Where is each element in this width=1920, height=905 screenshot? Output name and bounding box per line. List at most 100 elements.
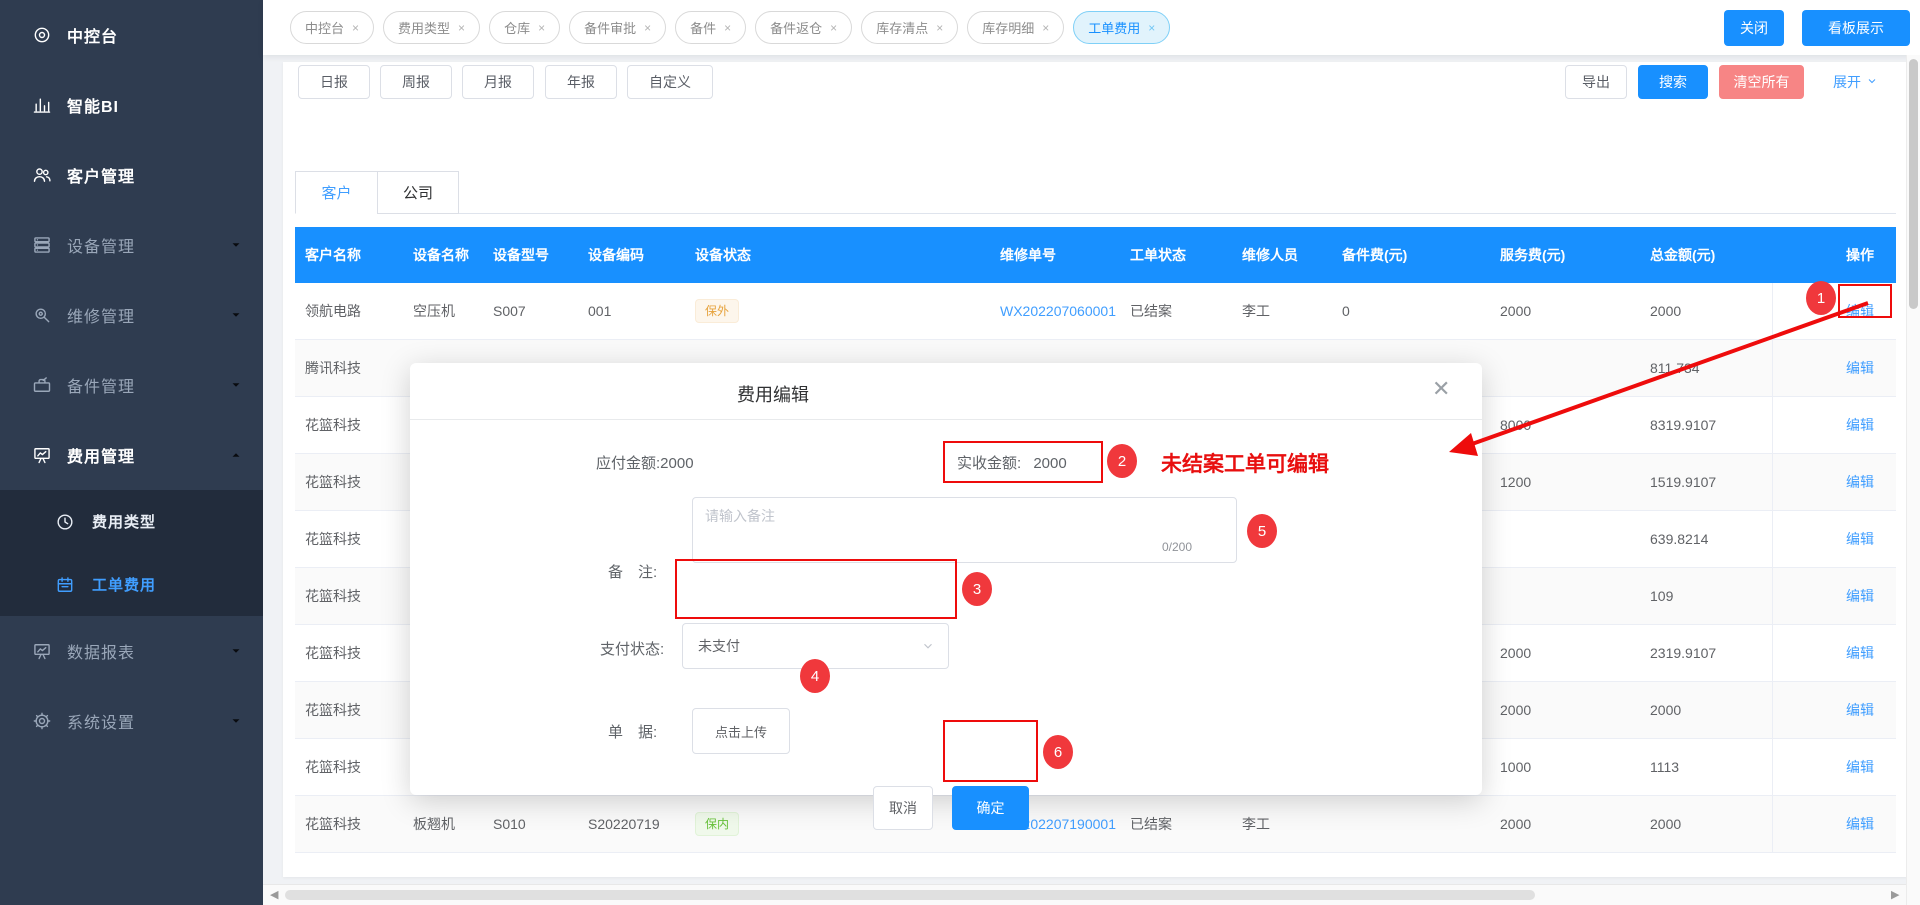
customer-name: 腾讯科技 <box>295 358 403 378</box>
tab-仓库[interactable]: 仓库× <box>489 11 560 44</box>
vertical-scrollbar[interactable] <box>1906 55 1920 905</box>
edit-link[interactable]: 编辑 <box>1846 301 1874 321</box>
operation-cell: 编辑 <box>1772 796 1896 852</box>
dialog-header: 费用编辑 ✕ <box>410 363 1482 420</box>
tab-label: 备件返仓 <box>770 18 822 37</box>
device-model: S007 <box>483 303 578 319</box>
period-button-周报[interactable]: 周报 <box>380 65 452 99</box>
edit-link[interactable]: 编辑 <box>1846 814 1874 834</box>
period-button-年报[interactable]: 年报 <box>545 65 617 99</box>
service-fee: 2000 <box>1490 645 1640 661</box>
sidebar-item-费用类型[interactable]: 费用类型 <box>0 490 263 553</box>
edit-link[interactable]: 编辑 <box>1846 529 1874 549</box>
clear-all-button[interactable]: 清空所有 <box>1719 65 1804 99</box>
sidebar-item-label: 客户管理 <box>67 163 135 187</box>
cancel-button[interactable]: 取消 <box>873 786 933 830</box>
close-icon[interactable]: × <box>644 22 651 34</box>
horizontal-scroll-thumb[interactable] <box>285 890 1535 900</box>
tab-备件返仓[interactable]: 备件返仓 × <box>755 11 852 44</box>
remark-textarea[interactable] <box>692 497 1237 563</box>
sidebar-item-客户管理[interactable]: 客户管理 <box>0 140 263 210</box>
sidebar-item-中控台[interactable]: 中控台 <box>0 0 263 70</box>
scroll-left-icon[interactable]: ◀ <box>270 888 278 901</box>
column-header: 设备名称 <box>403 245 483 265</box>
breadcrumb: 中控台×费用类型×仓库×备件审批×备件×备件返仓×库存清点×库存明细×工单费用× <box>290 11 1170 44</box>
sidebar-item-维修管理[interactable]: 维修管理 <box>0 280 263 350</box>
device-code: S20220719 <box>578 816 685 832</box>
tab-备件审批[interactable]: 备件审批× <box>569 11 666 44</box>
dialog-close-icon[interactable]: ✕ <box>1432 378 1450 400</box>
close-icon[interactable]: × <box>538 22 545 34</box>
operation-cell: 编辑 <box>1772 511 1896 567</box>
horizontal-scrollbar[interactable]: ◀ ▶ <box>263 884 1906 905</box>
operation-cell: 编辑 <box>1772 283 1896 339</box>
close-icon[interactable]: × <box>830 22 837 34</box>
sidebar-item-智能BI[interactable]: 智能BI <box>0 70 263 140</box>
period-button-月报[interactable]: 月报 <box>462 65 534 99</box>
sidebar-item-数据报表[interactable]: 数据报表 <box>0 616 263 686</box>
pay-status-select[interactable]: 未支付 <box>682 623 949 669</box>
repair-staff: 李工 <box>1232 814 1332 834</box>
tab-label: 库存明细 <box>982 18 1034 37</box>
search-button[interactable]: 搜索 <box>1638 65 1708 99</box>
tab-中控台[interactable]: 中控台× <box>290 11 374 44</box>
close-icon[interactable]: × <box>724 22 731 34</box>
service-fee: 8000 <box>1490 417 1640 433</box>
edit-link[interactable]: 编辑 <box>1846 757 1874 777</box>
bi-chart-icon <box>32 95 52 115</box>
close-icon[interactable]: × <box>1042 22 1049 34</box>
sidebar-item-label: 维修管理 <box>67 303 135 327</box>
tab-工单费用[interactable]: 工单费用× <box>1073 11 1170 44</box>
close-icon[interactable]: × <box>352 22 359 34</box>
total-amount: 639.8214 <box>1640 531 1772 547</box>
scroll-right-icon[interactable]: ▶ <box>1891 888 1899 901</box>
sidebar-item-系统设置[interactable]: 系统设置 <box>0 686 263 756</box>
received-amount-field[interactable]: 实收金额: 2000 <box>957 452 1067 473</box>
edit-link[interactable]: 编辑 <box>1846 472 1874 492</box>
close-icon[interactable]: × <box>458 22 465 34</box>
expand-toggle[interactable]: 展开 <box>1833 72 1878 92</box>
export-button[interactable]: 导出 <box>1565 65 1627 99</box>
edit-link[interactable]: 编辑 <box>1846 415 1874 435</box>
upload-button[interactable]: 点击上传 <box>692 708 790 754</box>
operation-cell: 编辑 <box>1772 682 1896 738</box>
tab-公司[interactable]: 公司 <box>377 171 459 214</box>
sidebar-item-费用管理[interactable]: 费用管理 <box>0 420 263 490</box>
receipt-label: 单 据: <box>608 721 657 742</box>
close-page-button[interactable]: 关闭 <box>1724 10 1784 46</box>
tab-备件[interactable]: 备件× <box>675 11 746 44</box>
period-button-自定义[interactable]: 自定义 <box>627 65 713 99</box>
chevron-up-icon <box>229 448 243 462</box>
chevron-down-icon <box>229 714 243 728</box>
column-header: 操作 <box>1772 227 1896 283</box>
period-button-日报[interactable]: 日报 <box>298 65 370 99</box>
close-icon[interactable]: × <box>1148 22 1155 34</box>
customers-icon <box>32 165 52 185</box>
workorder-fee-page: 中控台智能BI 客户管理设备管理维修管理备件管理费用管理费用类型工单费用数据报表系… <box>0 0 1920 905</box>
tab-客户[interactable]: 客户 <box>295 171 377 214</box>
order-link[interactable]: WX202207060001 <box>1000 303 1116 319</box>
edit-link[interactable]: 编辑 <box>1846 358 1874 378</box>
confirm-button[interactable]: 确定 <box>952 786 1029 830</box>
sidebar-item-工单费用[interactable]: 工单费用 <box>0 553 263 616</box>
tab-费用类型[interactable]: 费用类型× <box>383 11 480 44</box>
vertical-scroll-thumb[interactable] <box>1909 59 1918 309</box>
close-icon[interactable]: × <box>936 22 943 34</box>
column-header: 总金额(元) <box>1640 245 1772 265</box>
service-fee: 1000 <box>1490 759 1640 775</box>
tab-库存清点[interactable]: 库存清点× <box>861 11 958 44</box>
tab-库存明细[interactable]: 库存明细 × <box>967 11 1064 44</box>
report-icon <box>32 641 52 661</box>
chevron-down-icon <box>1866 74 1878 90</box>
edit-link[interactable]: 编辑 <box>1846 643 1874 663</box>
edit-link[interactable]: 编辑 <box>1846 700 1874 720</box>
sidebar-item-备件管理[interactable]: 备件管理 <box>0 350 263 420</box>
operation-cell: 编辑 <box>1772 739 1896 795</box>
status-badge: 保内 <box>695 812 739 836</box>
edit-link[interactable]: 编辑 <box>1846 586 1874 606</box>
customer-name: 花篮科技 <box>295 814 403 834</box>
total-amount: 2000 <box>1640 702 1772 718</box>
board-display-button[interactable]: 看板展示 <box>1802 10 1910 46</box>
sidebar-item-设备管理[interactable]: 设备管理 <box>0 210 263 280</box>
device-status: 保内 <box>685 812 990 836</box>
